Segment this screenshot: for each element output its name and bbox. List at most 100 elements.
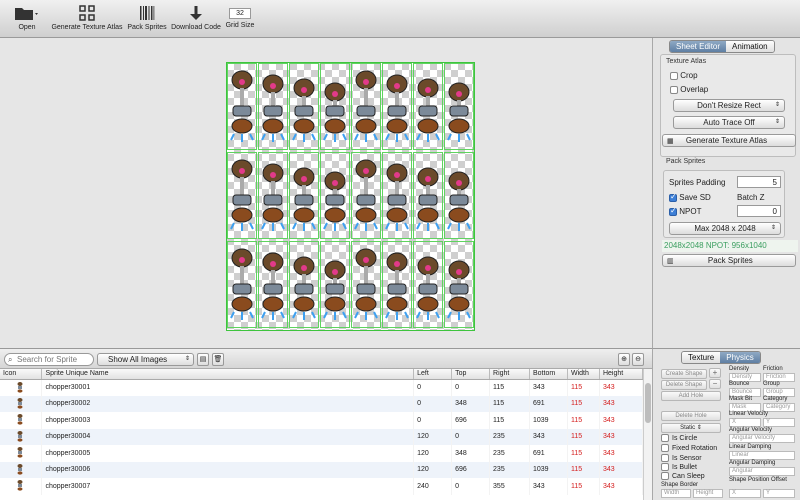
table-row[interactable]: chopper30002 0 348 115 691 115 343	[0, 395, 644, 412]
zoom-in-button[interactable]: ⊕	[618, 353, 630, 366]
batch-z-input[interactable]: 0	[737, 205, 781, 217]
linear-velocity-y-input[interactable]: Y	[763, 418, 795, 427]
can-sleep-checkbox[interactable]: Can Sleep	[661, 472, 705, 480]
body-type-select[interactable]: Static ⇕	[661, 423, 721, 433]
crop-checkbox[interactable]: Crop	[670, 71, 698, 80]
sprite-frame[interactable]	[258, 63, 288, 150]
generate-texture-atlas-panel-button[interactable]: ▦ Generate Texture Atlas	[662, 134, 796, 147]
crop-check-icon	[670, 71, 678, 80]
grid-size-input[interactable]: 32	[229, 8, 251, 19]
sprite-thumbnail-icon	[0, 478, 43, 495]
download-code-button[interactable]: Download Code	[170, 4, 222, 31]
chopper-sprite-icon	[323, 260, 347, 320]
column-header[interactable]: Left	[413, 369, 453, 380]
delete-button[interactable]: 🗑	[212, 353, 224, 366]
max-size-select[interactable]: Max 2048 x 2048 ⇕	[669, 222, 781, 235]
npot-checkbox[interactable]: NPOT	[669, 206, 701, 216]
is-sensor-checkbox[interactable]: Is Sensor	[661, 454, 702, 462]
height-cell: 343	[599, 428, 644, 445]
zoom-out-button[interactable]: ⊖	[632, 353, 644, 366]
table-row[interactable]: chopper30004 120 0 235 343 115 343	[0, 428, 644, 445]
texture-atlas-preview[interactable]	[226, 62, 475, 331]
table-row[interactable]: chopper30005 120 348 235 691 115 343	[0, 445, 644, 462]
save-sd-checkbox[interactable]: Save SD	[669, 192, 711, 202]
list-scrollbar[interactable]	[643, 369, 652, 500]
sprite-frame[interactable]	[289, 63, 319, 150]
linear-velocity-x-input[interactable]: X	[729, 418, 761, 427]
panel-tabs: Sheet Editor Animation	[669, 40, 775, 53]
shape-offset-y-input[interactable]: Y	[763, 489, 795, 498]
open-button[interactable]: Open	[10, 4, 44, 31]
grid-size-control[interactable]: 32 Grid Size	[224, 4, 256, 29]
sprite-frame[interactable]	[444, 152, 474, 239]
column-header[interactable]: Right	[489, 369, 530, 380]
column-header[interactable]: Top	[451, 369, 491, 380]
sprite-frame[interactable]	[227, 63, 257, 150]
sprite-frame[interactable]	[351, 152, 381, 239]
pack-sprites-button[interactable]: Pack Sprites	[127, 4, 167, 31]
sprite-frame[interactable]	[351, 63, 381, 150]
table-row[interactable]: chopper30006 120 696 235 1039 115 343	[0, 461, 644, 478]
pack-sprites-panel-button[interactable]: ▥ Pack Sprites	[662, 254, 796, 267]
sprite-frame[interactable]	[413, 241, 443, 328]
shape-offset-x-input[interactable]: X	[729, 489, 761, 498]
delete-hole-button[interactable]: Delete Hole	[661, 411, 721, 421]
shape-border-height-input[interactable]: Height	[693, 489, 723, 498]
angular-damping-input[interactable]: Angular	[729, 467, 795, 476]
sprite-frame[interactable]	[227, 152, 257, 239]
top-cell: 348	[451, 395, 491, 412]
right-cell: 115	[489, 379, 530, 396]
scrollbar-thumb[interactable]	[645, 383, 651, 423]
column-header[interactable]: Sprite Unique Name	[41, 369, 415, 380]
sprite-name-cell: chopper30003	[41, 412, 415, 429]
create-shape-button[interactable]: Create Shape	[661, 369, 707, 379]
column-header[interactable]: Height	[599, 369, 644, 380]
add-hole-button[interactable]: Add Hole	[661, 391, 721, 401]
tab-physics[interactable]: Physics	[720, 352, 760, 363]
table-row[interactable]: chopper30003 0 696 115 1039 115 343	[0, 412, 644, 429]
overlap-checkbox[interactable]: Overlap	[670, 85, 708, 94]
right-cell: 235	[489, 461, 530, 478]
sprite-frame[interactable]	[258, 152, 288, 239]
auto-trace-select[interactable]: Auto Trace Off ⇕	[673, 116, 785, 129]
sprite-frame[interactable]	[413, 152, 443, 239]
sprites-padding-input[interactable]: 5	[737, 176, 781, 188]
sprite-frame[interactable]	[382, 63, 412, 150]
tab-texture[interactable]: Texture	[682, 352, 721, 363]
chopper-sprite-icon	[261, 74, 285, 142]
is-bullet-checkbox[interactable]: Is Bullet	[661, 463, 697, 471]
add-shape-icon[interactable]: +	[709, 368, 721, 378]
sprite-frame[interactable]	[351, 241, 381, 328]
sprite-frame[interactable]	[258, 241, 288, 328]
duplicate-button[interactable]: ▤	[197, 353, 209, 366]
sprite-frame[interactable]	[444, 241, 474, 328]
tab-animation[interactable]: Animation	[726, 41, 774, 52]
linear-damping-input[interactable]: Linear	[729, 451, 795, 460]
column-header[interactable]: Width	[567, 369, 600, 380]
sprite-frame[interactable]	[289, 241, 319, 328]
is-circle-checkbox[interactable]: Is Circle	[661, 434, 697, 442]
shape-border-width-input[interactable]: Width	[661, 489, 691, 498]
sprite-frame[interactable]	[320, 63, 350, 150]
delete-shape-button[interactable]: Delete Shape	[661, 380, 707, 390]
fixed-rotation-checkbox[interactable]: Fixed Rotation	[661, 444, 717, 452]
sprite-frame[interactable]	[289, 152, 319, 239]
sprite-frame[interactable]	[382, 241, 412, 328]
generate-texture-atlas-button[interactable]: Generate Texture Atlas	[50, 4, 124, 31]
table-row[interactable]: chopper30007 240 0 355 343 115 343	[0, 478, 644, 495]
sprite-frame[interactable]	[382, 152, 412, 239]
sprite-frame[interactable]	[413, 63, 443, 150]
angular-velocity-input[interactable]: Angular Velocity	[729, 434, 795, 443]
column-header[interactable]: Bottom	[529, 369, 568, 380]
sprite-frame[interactable]	[227, 241, 257, 328]
image-filter-select[interactable]: Show All Images ⇕	[97, 353, 194, 366]
search-input[interactable]: ⌕ Search for Sprite	[4, 353, 94, 366]
sprite-frame[interactable]	[320, 241, 350, 328]
sprite-frame[interactable]	[444, 63, 474, 150]
tab-sheet-editor[interactable]: Sheet Editor	[670, 41, 727, 52]
resize-rect-select[interactable]: Don't Resize Rect ⇕	[673, 99, 785, 112]
table-row[interactable]: chopper30001 0 0 115 343 115 343	[0, 379, 644, 396]
remove-shape-icon[interactable]: −	[709, 379, 721, 389]
column-header[interactable]: Icon	[0, 369, 43, 380]
sprite-frame[interactable]	[320, 152, 350, 239]
